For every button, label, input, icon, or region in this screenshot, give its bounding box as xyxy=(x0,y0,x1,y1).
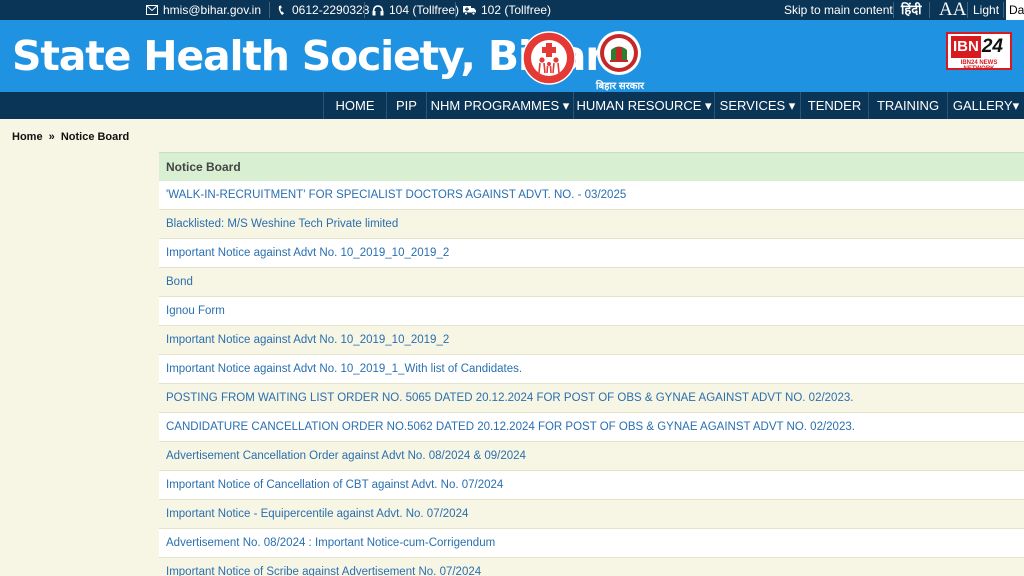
notice-board-heading: Notice Board xyxy=(159,152,1024,181)
notice-board-table: Notice Board 'WALK-IN-RECRUITMENT' FOR S… xyxy=(159,152,1024,576)
notice-link[interactable]: Ignou Form xyxy=(159,297,1024,326)
site-title[interactable]: State Health Society, Bihar xyxy=(12,30,605,82)
headset-icon xyxy=(372,4,384,15)
ibn-logo-text: IBN xyxy=(951,36,981,58)
phone-text: 0612-2290328 xyxy=(292,3,370,17)
light-theme-button[interactable]: Light xyxy=(973,0,999,20)
separator xyxy=(364,2,365,18)
tollfree-104-link[interactable]: 104 (Tollfree) xyxy=(372,0,459,20)
separator xyxy=(929,2,930,18)
breadcrumb-separator: » xyxy=(48,131,55,143)
nav-human-resource[interactable]: HUMAN RESOURCE ▾ xyxy=(573,92,714,119)
notice-link[interactable]: POSTING FROM WAITING LIST ORDER NO. 5065… xyxy=(159,384,1024,413)
bihar-govt-emblem-icon xyxy=(597,31,641,75)
notice-link[interactable]: Advertisement No. 08/2024 : Important No… xyxy=(159,529,1024,558)
tollfree-102-link[interactable]: 102 (Tollfree) xyxy=(463,0,551,20)
font-size-icon[interactable]: AA xyxy=(939,0,966,20)
notice-link[interactable]: Advertisement Cancellation Order against… xyxy=(159,442,1024,471)
notice-link[interactable]: Important Notice against Advt No. 10_201… xyxy=(159,355,1024,384)
breadcrumb: Home » Notice Board xyxy=(12,131,129,143)
email-link[interactable]: hmis@bihar.gov.in xyxy=(146,0,261,20)
notice-link[interactable]: 'WALK-IN-RECRUITMENT' FOR SPECIALIST DOC… xyxy=(159,181,1024,210)
notice-link[interactable]: Important Notice of Cancellation of CBT … xyxy=(159,471,1024,500)
notice-link[interactable]: Important Notice against Advt No. 10_201… xyxy=(159,239,1024,268)
ibn-logo-number: 24 xyxy=(981,36,1003,57)
top-utility-bar: hmis@bihar.gov.in 0612-2290328 104 (Toll… xyxy=(0,0,1024,20)
notice-link[interactable]: Bond xyxy=(159,268,1024,297)
tollfree-104-text: 104 (Tollfree) xyxy=(389,3,460,17)
dark-theme-button[interactable]: Dar xyxy=(1006,0,1024,20)
hindi-language-link[interactable]: हिंदी xyxy=(901,0,922,20)
separator xyxy=(1003,2,1004,18)
nav-home[interactable]: HOME xyxy=(323,92,386,119)
nav-gallery[interactable]: GALLERY▾ xyxy=(947,92,1024,119)
separator xyxy=(893,2,894,18)
site-header: State Health Society, Bihar बिहार सरकार … xyxy=(0,20,1024,92)
separator xyxy=(967,2,968,18)
separator xyxy=(269,2,270,18)
nav-services[interactable]: SERVICES ▾ xyxy=(714,92,800,119)
nav-training[interactable]: TRAINING xyxy=(868,92,947,119)
main-navigation: HOME PIP NHM PROGRAMMES ▾ HUMAN RESOURCE… xyxy=(0,92,1024,119)
ambulance-icon xyxy=(463,6,476,15)
breadcrumb-home[interactable]: Home xyxy=(12,131,43,143)
email-text: hmis@bihar.gov.in xyxy=(163,3,262,17)
ibn24-logo: IBN 24 IBN24 NEWS NETWORK xyxy=(946,32,1012,72)
bihar-sarkar-label: बिहार सरकार xyxy=(595,81,645,92)
skip-to-main-link[interactable]: Skip to main content xyxy=(784,0,893,20)
notice-link[interactable]: Important Notice against Advt No. 10_201… xyxy=(159,326,1024,355)
envelope-icon xyxy=(146,5,158,15)
nhm-logo-icon xyxy=(522,31,576,85)
phone-icon xyxy=(278,5,284,15)
separator xyxy=(455,2,456,18)
nav-nhm-programmes[interactable]: NHM PROGRAMMES ▾ xyxy=(426,92,573,119)
breadcrumb-current: Notice Board xyxy=(60,131,130,143)
notice-link[interactable]: Blacklisted: M/S Weshine Tech Private li… xyxy=(159,210,1024,239)
notice-link[interactable]: CANDIDATURE CANCELLATION ORDER NO.5062 D… xyxy=(159,413,1024,442)
nav-tender[interactable]: TENDER xyxy=(800,92,868,119)
nav-pip[interactable]: PIP xyxy=(386,92,426,119)
phone-link[interactable]: 0612-2290328 xyxy=(278,0,369,20)
tollfree-102-text: 102 (Tollfree) xyxy=(481,3,552,17)
notice-link[interactable]: Important Notice of Scribe against Adver… xyxy=(159,558,1024,576)
notice-link[interactable]: Important Notice - Equipercentile agains… xyxy=(159,500,1024,529)
ibn-logo-subtitle: IBN24 NEWS NETWORK xyxy=(960,60,998,72)
